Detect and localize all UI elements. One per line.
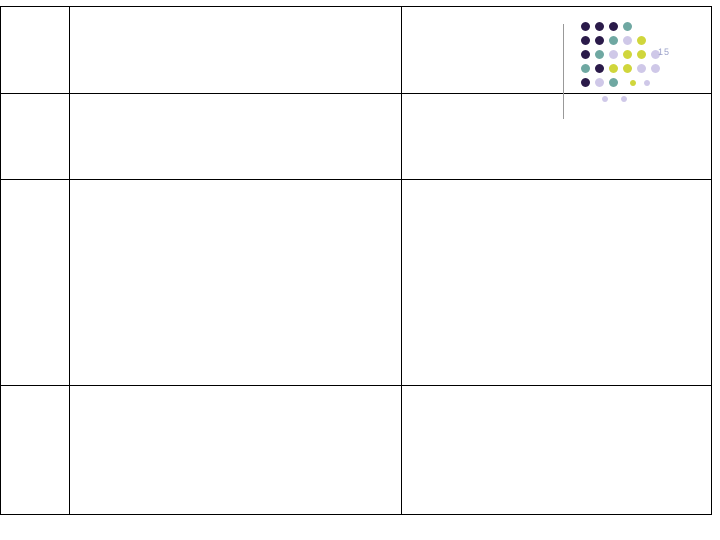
table-border-right [711, 6, 712, 515]
table-row-divider-3 [0, 385, 712, 386]
table-row-divider-1 [0, 93, 712, 94]
table-col-divider-2 [401, 6, 402, 515]
slide-canvas: 15 [0, 4, 712, 515]
table-border-bottom [0, 514, 712, 515]
table-col-divider-1 [69, 6, 70, 515]
dots-decoration-icon [581, 22, 686, 127]
slide-number: 15 [658, 48, 670, 57]
table-row-divider-2 [0, 179, 712, 180]
table-border-top [0, 6, 712, 7]
table-border-left [0, 6, 1, 515]
